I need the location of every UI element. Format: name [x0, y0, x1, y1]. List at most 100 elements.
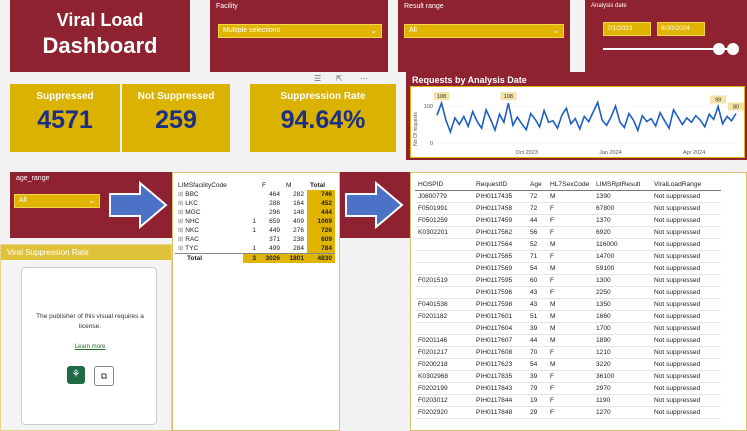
matrix-cell-total: 726	[307, 226, 335, 235]
y-tick-label: 0	[430, 141, 433, 147]
expand-icon[interactable]: ⊞	[178, 200, 183, 207]
expand-icon-cell[interactable]: ⊞ TYC	[175, 244, 243, 254]
detail-header-age[interactable]: Age	[527, 179, 547, 191]
date-slider-start-handle[interactable]	[713, 43, 725, 55]
detail-cell-range: Not suppressed	[651, 262, 721, 275]
chart-plot-area: No Of requests 0 100 Oct 2023 Jan 2024 Apr 20…	[410, 86, 745, 158]
detail-cell-requestid: PIH0117565	[473, 250, 527, 263]
matrix-row[interactable]: ⊞ TYC 1 499 284 784	[175, 244, 335, 254]
detail-cell-result: 1270	[593, 406, 651, 419]
table-row[interactable]: K0302968 PIH0117835 39 F 36100 Not suppressed	[415, 370, 721, 383]
matrix-header-m[interactable]: M	[283, 181, 307, 190]
table-row[interactable]: F0202920 PIH0117848 29 F 1270 Not suppressed	[415, 406, 721, 419]
detail-cell-sex: M	[547, 238, 593, 251]
matrix-row[interactable]: ⊞ BBC 464 282 746	[175, 190, 335, 199]
detail-cell-sex: M	[547, 298, 593, 311]
table-row[interactable]: F0201217 PIH0117608 70 F 1210 Not suppressed	[415, 346, 721, 359]
expand-icon-cell[interactable]: ⊞ LKC	[175, 199, 243, 208]
detail-cell-range: Not suppressed	[651, 310, 721, 323]
end-date-input[interactable]: 6/30/2024	[657, 22, 705, 36]
table-row[interactable]: F0203012 PIH0117844 19 F 1190 Not suppressed	[415, 394, 721, 407]
learn-more-link[interactable]: Learn more	[22, 344, 158, 350]
x-tick-label: Oct 2023	[516, 150, 538, 156]
detail-cell-hospid: F0401538	[415, 298, 473, 311]
matrix-header-f[interactable]: F	[259, 181, 283, 190]
matrix-cell-f: 449	[269, 227, 280, 234]
matrix-header-facility[interactable]: LIMSfacilityCode	[175, 181, 243, 190]
detail-header-range[interactable]: ViralLoadRange	[651, 179, 721, 191]
table-row[interactable]: F0201519 PIH0117595 60 F 1300 Not suppressed	[415, 274, 721, 287]
detail-cell-requestid: PIH0117598	[473, 298, 527, 311]
visual-header-icons: ☰ ⇱ ⋯	[310, 74, 380, 84]
table-row[interactable]: J0800779 PIH0117435 72 M 1390 Not suppressed	[415, 190, 721, 203]
detail-cell-requestid: PIH0117835	[473, 370, 527, 383]
table-row[interactable]: F0401538 PIH0117598 43 M 1350 Not suppressed	[415, 298, 721, 311]
table-row[interactable]: F0201182 PIH0117601 51 M 1660 Not suppressed	[415, 310, 721, 323]
expand-icon[interactable]: ⊞	[178, 236, 183, 243]
expand-icon[interactable]: ⊞	[178, 218, 183, 225]
age-range-dropdown[interactable]: All ⌄	[14, 194, 100, 208]
matrix-row[interactable]: ⊞ LKC 288 164 452	[175, 199, 335, 208]
detail-cell-requestid: PIH0117569	[473, 262, 527, 275]
table-row[interactable]: F0501991 PIH0117458 72 F 67800 Not suppressed	[415, 202, 721, 215]
kpi-suppressed-card: Suppressed 4571	[10, 84, 120, 152]
detail-cell-requestid: PIH0117435	[473, 190, 527, 203]
table-row[interactable]: F0201146 PIH0117607 44 M 1890 Not suppressed	[415, 334, 721, 347]
expand-icon-cell[interactable]: ⊞ NHC	[175, 217, 243, 226]
detail-header-result[interactable]: LIMSRptResult	[593, 179, 651, 191]
expand-icon-cell[interactable]: ⊞ MGC	[175, 208, 243, 217]
detail-header-requestid[interactable]: RequestID	[473, 179, 527, 191]
detail-cell-range: Not suppressed	[651, 346, 721, 359]
expand-icon[interactable]: ⊞	[178, 191, 183, 198]
expand-icon[interactable]: ⊞	[178, 227, 183, 234]
detail-cell-age: 54	[527, 358, 547, 371]
kpi-not-suppressed-value: 259	[155, 106, 197, 134]
detail-cell-age: 54	[527, 262, 547, 275]
table-row[interactable]: PIH0117596 43 F 2250 Not suppressed	[415, 286, 721, 299]
facility-slicer: Facility Multiple selections ⌄	[210, 0, 388, 72]
data-label: 80	[733, 104, 739, 110]
matrix-row[interactable]: ⊞ NHC 1 659 409 1069	[175, 217, 335, 226]
table-row[interactable]: K0302201 PIH0117562 56 F 6920 Not suppressed	[415, 226, 721, 239]
detail-cell-sex: F	[547, 286, 593, 299]
table-row[interactable]: F0202199 PIH0117843 79 F 2970 Not suppressed	[415, 382, 721, 395]
chevron-down-icon: ⌄	[370, 26, 377, 35]
table-row[interactable]: F0501259 PIH0117459 44 F 1370 Not suppressed	[415, 214, 721, 227]
date-slider-end-handle[interactable]	[727, 43, 739, 55]
start-date-input[interactable]: 7/1/2023	[603, 22, 651, 36]
detail-cell-hospid	[415, 322, 473, 335]
detail-cell-hospid: K0302201	[415, 226, 473, 239]
matrix-row[interactable]: ⊞ RAC 371 238 609	[175, 235, 335, 244]
expand-icon-cell[interactable]: ⊞ RAC	[175, 235, 243, 244]
table-row[interactable]: F0200218 PIH0117623 54 M 3220 Not suppressed	[415, 358, 721, 371]
result-range-dropdown[interactable]: All ⌄	[404, 24, 564, 38]
table-row[interactable]: PIH0117565 71 F 14700 Not suppressed	[415, 250, 721, 263]
detail-cell-requestid: PIH0117596	[473, 286, 527, 299]
matrix-header-total[interactable]: Total	[307, 181, 335, 190]
expand-icon-cell[interactable]: ⊞ NKC	[175, 226, 243, 235]
x-tick-label: Jan 2024	[599, 150, 622, 156]
detail-header-hospid[interactable]: HOSPID	[415, 179, 473, 191]
matrix-row[interactable]: ⊞ MGC 296 148 444	[175, 208, 335, 217]
filter-icon[interactable]: ☰	[314, 74, 321, 83]
detail-header-sex[interactable]: HL7SexCode	[547, 179, 593, 191]
y-axis-label: No Of requests	[413, 112, 419, 146]
copy-icon[interactable]: ⧉	[94, 366, 114, 386]
more-options-icon[interactable]: ⋯	[360, 74, 368, 83]
detail-cell-sex: F	[547, 226, 593, 239]
table-row[interactable]: PIH0117604 39 M 1700 Not suppressed	[415, 322, 721, 335]
table-row[interactable]: PIH0117564 52 M 116000 Not suppressed	[415, 238, 721, 251]
expand-icon-cell[interactable]: ⊞ BBC	[175, 190, 243, 199]
matrix-facility-code: RAC	[185, 236, 199, 243]
expand-icon[interactable]: ⊞	[178, 209, 183, 216]
license-message-card: The publisher of this visual requires a …	[21, 267, 157, 425]
detail-cell-result: 14700	[593, 250, 651, 263]
license-action-icon[interactable]: ⚘	[67, 366, 85, 384]
matrix-row[interactable]: ⊞ NKC 1 449 276 726	[175, 226, 335, 235]
facility-dropdown[interactable]: Multiple selections ⌄	[218, 24, 382, 38]
table-row[interactable]: PIH0117569 54 M 59100 Not suppressed	[415, 262, 721, 275]
detail-cell-age: 19	[527, 394, 547, 407]
detail-cell-age: 71	[527, 250, 547, 263]
focus-mode-icon[interactable]: ⇱	[336, 74, 343, 83]
expand-icon[interactable]: ⊞	[178, 245, 183, 252]
